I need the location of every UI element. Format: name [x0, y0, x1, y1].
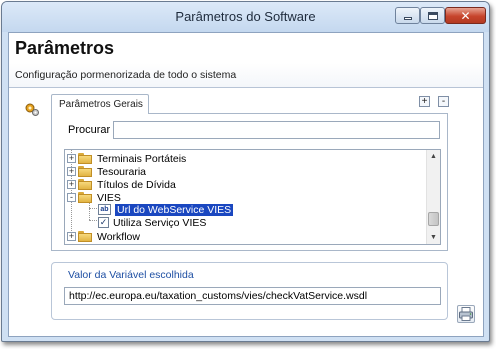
- folder-icon: [78, 231, 93, 242]
- close-button[interactable]: ✕: [445, 7, 486, 24]
- maximize-icon: [427, 11, 438, 20]
- expand-icon[interactable]: +: [67, 167, 76, 176]
- expand-icon[interactable]: +: [67, 180, 76, 189]
- folder-icon: [78, 192, 93, 203]
- scroll-up-icon[interactable]: ▲: [427, 150, 440, 163]
- collapse-icon[interactable]: -: [67, 193, 76, 202]
- expand-icon[interactable]: +: [67, 154, 76, 163]
- tree-scrollbar[interactable]: ▲ ▼: [426, 150, 440, 244]
- window: Parâmetros do Software ✕ Parâmetros Conf…: [1, 1, 490, 342]
- tree-item-label: Utiliza Serviço VIES: [113, 216, 207, 229]
- tab-panel: Procurar : + Terminais Portáteis + Tesou…: [51, 113, 448, 251]
- folder-icon: [78, 166, 93, 177]
- collapse-all-button[interactable]: -: [438, 96, 449, 107]
- text-setting-icon: ab: [98, 204, 111, 215]
- page-title: Parâmetros: [15, 38, 115, 58]
- tree-item-label: Tesouraria: [97, 165, 147, 178]
- header-divider: [9, 87, 483, 88]
- tree-line: [89, 220, 97, 221]
- variable-value-panel: Valor da Variável escolhida: [51, 262, 448, 320]
- tree-item-tesouraria[interactable]: + Tesouraria: [67, 165, 146, 178]
- search-label: Procurar :: [68, 124, 117, 136]
- page-subtitle: Configuração pormenorizada de todo o sis…: [15, 69, 237, 81]
- tree-item-utiliza-servico[interactable]: ✓ Utiliza Serviço VIES: [98, 216, 206, 229]
- tree-item-terminais[interactable]: + Terminais Portáteis: [67, 152, 186, 165]
- tree-item-label: Workflow: [97, 230, 140, 243]
- expand-all-button[interactable]: +: [419, 96, 430, 107]
- variable-value-title: Valor da Variável escolhida: [68, 269, 194, 281]
- tree-item-titulos[interactable]: + Títulos de Dívida: [67, 178, 176, 191]
- tree-item-workflow[interactable]: + Workflow: [67, 230, 140, 243]
- tree-item-url-webservice[interactable]: ab Url do WebService VIES: [98, 203, 234, 216]
- checkbox-setting-icon: ✓: [98, 217, 109, 228]
- folder-icon: [78, 179, 93, 190]
- settings-icon: [25, 103, 39, 116]
- client-area: Parâmetros Configuração pormenorizada de…: [8, 32, 484, 337]
- variable-value-input[interactable]: [64, 287, 441, 305]
- scroll-down-icon[interactable]: ▼: [427, 231, 440, 244]
- tree-item-label: Url do WebService VIES: [115, 203, 234, 216]
- minimize-button[interactable]: [395, 7, 420, 24]
- tree-item-label: VIES: [97, 191, 121, 204]
- printer-icon: [459, 307, 473, 321]
- tree-line: [89, 208, 97, 209]
- print-button[interactable]: [457, 305, 475, 323]
- tree-item-label: Títulos de Dívida: [97, 178, 176, 191]
- maximize-button[interactable]: [420, 7, 445, 24]
- scrollbar-thumb[interactable]: [428, 212, 439, 226]
- minimize-icon: [403, 17, 412, 20]
- search-input[interactable]: [113, 121, 440, 139]
- close-icon: ✕: [460, 8, 471, 23]
- expand-icon[interactable]: +: [67, 232, 76, 241]
- folder-icon: [78, 153, 93, 164]
- title-bar[interactable]: Parâmetros do Software ✕: [2, 2, 489, 32]
- tab-parametros-gerais[interactable]: Parâmetros Gerais: [51, 94, 149, 114]
- settings-tree[interactable]: + Terminais Portáteis + Tesouraria + Tít…: [64, 149, 441, 245]
- tree-item-label: Terminais Portáteis: [97, 152, 187, 165]
